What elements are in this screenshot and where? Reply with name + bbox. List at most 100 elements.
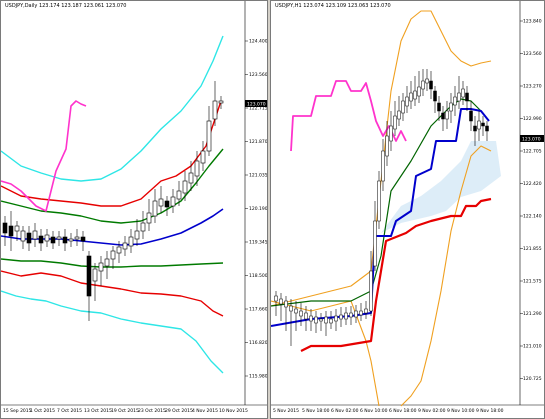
candle-body <box>329 318 333 324</box>
h1-chart-canvas[interactable]: 123.840 123.560 123.270 122.990 122.705 122.4… <box>271 1 545 419</box>
candle-body <box>104 258 110 267</box>
time-tick-label: 5 Nov 18:00 <box>302 408 330 414</box>
candle-body <box>405 96 409 107</box>
candle-body <box>20 230 26 242</box>
time-tick-label: 6 Nov 18:00 <box>389 408 417 414</box>
time-scale: 5 Nov 2015 5 Nov 18:00 6 Nov 02:00 6 Nov 10… <box>273 408 504 414</box>
upper-band-2 <box>1 35 224 182</box>
candle-body <box>453 96 457 106</box>
candle-body <box>200 150 206 164</box>
candle-body <box>50 236 56 244</box>
daily-chart-window[interactable]: 124.400 123.560 122.715 121.870 121.035 120.1… <box>0 0 268 419</box>
candle-body <box>140 222 146 232</box>
candle-body <box>449 102 453 112</box>
candle-body <box>188 172 194 184</box>
candle-body <box>485 125 489 132</box>
time-scale: 15 Sep 20151 Oct 2015 7 Oct 2015 13 Oct 20… <box>3 408 248 414</box>
candle-body <box>206 120 212 152</box>
candle-body <box>2 222 8 234</box>
candle-body <box>68 238 74 242</box>
current-price-badge: 123.070 <box>245 100 267 108</box>
candle-body <box>62 236 68 244</box>
candle-body <box>56 236 62 240</box>
candle-body <box>299 310 303 317</box>
candle-body <box>359 310 363 316</box>
time-tick-label: 10 Nov 2015 <box>219 408 248 414</box>
time-tick-label: 1 Oct 2015 <box>30 408 55 414</box>
candle-body <box>393 115 397 130</box>
candle-body <box>80 236 86 242</box>
candle-body <box>481 122 485 127</box>
candle-body <box>158 198 164 207</box>
time-tick-label: 15 Sep 2015 <box>3 408 32 414</box>
candle-body <box>122 242 128 250</box>
candle-body <box>92 268 98 282</box>
time-tick-label: 9 Nov 10:00 <box>447 408 475 414</box>
candle-body <box>381 150 385 182</box>
price-tick-label: 121.035 <box>249 173 268 179</box>
price-tick-label: 121.010 <box>523 344 542 350</box>
candle-body <box>194 160 200 177</box>
candle-body <box>324 316 328 324</box>
candle-body <box>401 100 405 114</box>
candle-body <box>421 80 425 90</box>
price-tick-label: 121.575 <box>523 279 542 285</box>
price-tick-label: 122.140 <box>523 214 542 220</box>
candle-body <box>284 300 288 308</box>
price-scale: 124.400123.560122.715121.870121.035120.1… <box>245 39 268 380</box>
candle-body <box>397 110 401 120</box>
candle-body <box>26 232 32 244</box>
price-tick-label: 123.560 <box>523 51 542 57</box>
price-tick-label: 123.840 <box>523 19 542 25</box>
candle-body <box>279 298 283 305</box>
candle-body <box>146 212 152 224</box>
lower-band-2 <box>1 290 224 374</box>
candle-body <box>128 236 134 247</box>
candle-body <box>457 92 461 102</box>
indicator-lines <box>271 10 492 407</box>
h1-chart-window[interactable]: 123.840 123.560 123.270 122.990 122.705 122.4… <box>270 0 545 419</box>
time-tick-label: 7 Oct 2015 <box>57 408 82 414</box>
price-tick-label: 123.270 <box>523 84 542 90</box>
current-price-label: 123.070 <box>247 102 266 108</box>
candle-body <box>385 135 389 157</box>
candle-body <box>182 180 188 194</box>
upper-bollinger <box>271 10 492 307</box>
candle-body <box>334 315 338 322</box>
price-scale: 123.840 123.560 123.270 122.990 122.705 122.4… <box>520 19 542 382</box>
price-tick-label: 121.870 <box>249 139 268 145</box>
price-tick-label: 116.820 <box>249 340 268 346</box>
chart-title: USDJPY,H1 123.074 123.109 123.063 123.07… <box>275 3 391 9</box>
candle-body <box>437 102 441 112</box>
candle-body <box>274 295 278 302</box>
candle-body <box>294 308 298 314</box>
daily-chart-canvas[interactable]: 124.400123.560122.715121.870121.035120.1… <box>1 1 268 419</box>
candle-body <box>349 312 353 318</box>
chart-title: USDJPY,Daily 123.174 123.187 123.061 123… <box>5 3 127 9</box>
price-tick-label: 122.990 <box>523 116 542 122</box>
candle-body <box>413 90 417 100</box>
price-tick-label: 117.660 <box>249 307 268 313</box>
candle-body <box>417 86 421 97</box>
candle-body <box>44 234 50 242</box>
price-tick-label: 118.500 <box>249 273 268 279</box>
candle-body <box>477 120 481 130</box>
candle-body <box>309 315 313 322</box>
price-tick-label: 121.855 <box>523 246 542 252</box>
time-tick-label: 23 Oct 2015 <box>138 408 166 414</box>
price-tick-label: 120.725 <box>523 376 542 382</box>
current-price-badge: 123.070 <box>520 135 544 143</box>
candle-body <box>465 92 469 102</box>
lower-band-1 <box>1 270 224 317</box>
candle-body <box>344 312 348 320</box>
candle-body <box>473 125 477 132</box>
cloud-area <box>371 141 501 301</box>
time-tick-label: 19 Oct 2015 <box>111 408 139 414</box>
indicator-lines <box>1 35 224 374</box>
price-tick-label: 124.400 <box>249 39 268 45</box>
candle-body <box>134 230 140 240</box>
lagging-span <box>1 100 87 212</box>
time-tick-label: 9 Nov 18:00 <box>476 408 504 414</box>
time-tick-label: 9 Nov 02:00 <box>418 408 446 414</box>
candle-body <box>164 200 170 208</box>
